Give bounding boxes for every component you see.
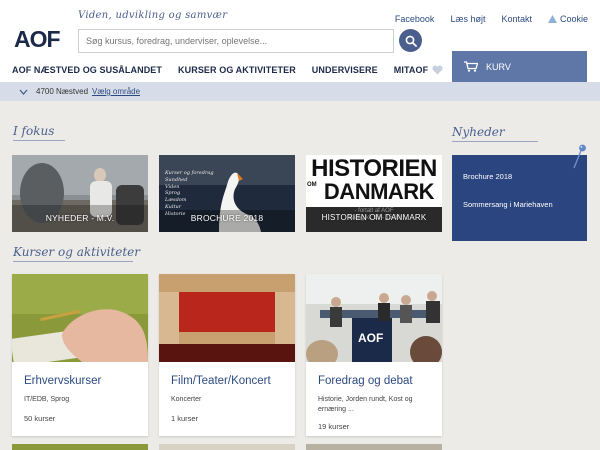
brochure-overlay-text: Kurser og foredrag Sundhed Viden Sprog L… <box>165 170 214 218</box>
warning-icon <box>547 15 557 23</box>
focus-card-caption: HISTORIEN OM DANMARK <box>321 213 427 222</box>
cookie-link[interactable]: Cookie <box>547 14 588 24</box>
cart-label: KURV <box>486 61 511 72</box>
course-card-count: 50 kurser <box>24 414 56 423</box>
nav-item-courses[interactable]: KURSER OG AKTIVITETER <box>178 65 296 75</box>
choose-area-link[interactable]: Vælg område <box>92 87 140 96</box>
overlay-line: Sundhed <box>165 176 188 183</box>
overlay-line: Sprog <box>165 190 181 197</box>
history-title-line2: DANMARK <box>323 179 435 204</box>
news-heading: Nyheder <box>452 125 538 142</box>
pin-icon <box>573 144 586 169</box>
news-box: Brochure 2018 Sommersang i Mariehaven <box>452 155 587 241</box>
top-links: Facebook Læs højt Kontakt Cookie <box>395 14 588 24</box>
news-heading-text: Nyheder <box>452 125 505 139</box>
overlay-line: Læsdom <box>165 197 187 204</box>
course-card-title: Foredrag og debat <box>318 375 413 387</box>
course-card-desc: Koncerter <box>171 396 202 403</box>
focus-card-caption: NYHEDER - M.V. <box>45 213 115 223</box>
course-card-film-theatre[interactable]: Film/Teater/Koncert Koncerter 1 kurser <box>159 274 295 436</box>
course-card-image <box>159 274 295 362</box>
news-item[interactable]: Sommersang i Mariehaven <box>463 200 576 209</box>
heading-underline <box>13 140 65 141</box>
svg-text:AOF: AOF <box>14 26 61 50</box>
tagline: Viden, udvikling og samvær <box>78 10 228 21</box>
course-card-count: 1 kurser <box>171 414 199 423</box>
nav-item-mitaof-label: MITAOF <box>393 65 429 75</box>
next-card-peek <box>159 444 295 450</box>
search-button[interactable] <box>399 29 422 52</box>
nav-item-aof-naestved[interactable]: AOF NÆSTVED OG SUSÅLANDET <box>12 65 162 75</box>
cart-button[interactable]: KURV <box>452 51 587 82</box>
course-card-image <box>12 274 148 362</box>
search-input[interactable] <box>78 29 394 53</box>
heading-underline <box>13 261 133 262</box>
course-card-title: Film/Teater/Koncert <box>171 375 271 387</box>
svg-text:AOF: AOF <box>358 331 383 345</box>
cart-icon <box>464 61 478 72</box>
search-icon <box>405 35 417 47</box>
facebook-link[interactable]: Facebook <box>395 14 435 24</box>
course-card-desc: IT/EDB, Sprog <box>24 396 70 403</box>
history-om: OM <box>307 182 317 188</box>
course-card-image: AOF <box>306 274 442 362</box>
focus-card-brochure[interactable]: Kurser og foredrag Sundhed Viden Sprog L… <box>159 155 295 232</box>
read-aloud-link[interactable]: Læs højt <box>450 14 485 24</box>
site-header: AOF Viden, udvikling og samvær Facebook … <box>0 0 600 82</box>
main-nav: AOF NÆSTVED OG SUSÅLANDET KURSER OG AKTI… <box>12 65 443 75</box>
overlay-line: Kultur <box>165 203 182 210</box>
location-bar: 4700 Næstved Vælg område <box>0 82 600 101</box>
focus-card-caption: BROCHURE 2018 <box>190 213 264 223</box>
next-card-peek <box>306 444 442 450</box>
aof-logo[interactable]: AOF <box>14 26 64 50</box>
contact-link[interactable]: Kontakt <box>501 14 532 24</box>
next-card-peek <box>12 444 148 450</box>
focus-card-history[interactable]: HISTORIEN OM DANMARK - fortalt af AOF fr… <box>306 155 442 232</box>
focus-heading-text: I fokus <box>13 124 55 138</box>
heart-icon <box>432 65 443 75</box>
course-card-title: Erhvervskurser <box>24 375 102 387</box>
chevron-down-icon[interactable] <box>19 89 28 95</box>
focus-card-news[interactable]: NYHEDER - M.V. <box>12 155 148 232</box>
course-card-desc: Historie, Jorden rundt, Kost og ernæring… <box>318 396 413 413</box>
focus-heading: I fokus <box>13 124 65 141</box>
overlay-line: Viden <box>165 183 180 190</box>
nav-item-teachers[interactable]: UNDERVISERE <box>312 65 378 75</box>
cookie-label: Cookie <box>559 14 588 24</box>
news-item[interactable]: Brochure 2018 <box>463 172 576 181</box>
heading-underline <box>452 141 538 142</box>
nav-item-mitaof[interactable]: MITAOF <box>394 65 443 75</box>
course-card-count: 19 kurser <box>318 422 350 431</box>
courses-heading-text: Kurser og aktiviteter <box>13 245 140 259</box>
overlay-line: Kurser og foredrag <box>165 170 214 176</box>
courses-heading: Kurser og aktiviteter <box>13 245 140 262</box>
course-card-business[interactable]: Erhvervskurser IT/EDB, Sprog 50 kurser <box>12 274 148 436</box>
course-card-lectures[interactable]: AOF Foredrag og debat Historie, Jorden r… <box>306 274 442 436</box>
location-text: 4700 Næstved <box>36 87 89 96</box>
